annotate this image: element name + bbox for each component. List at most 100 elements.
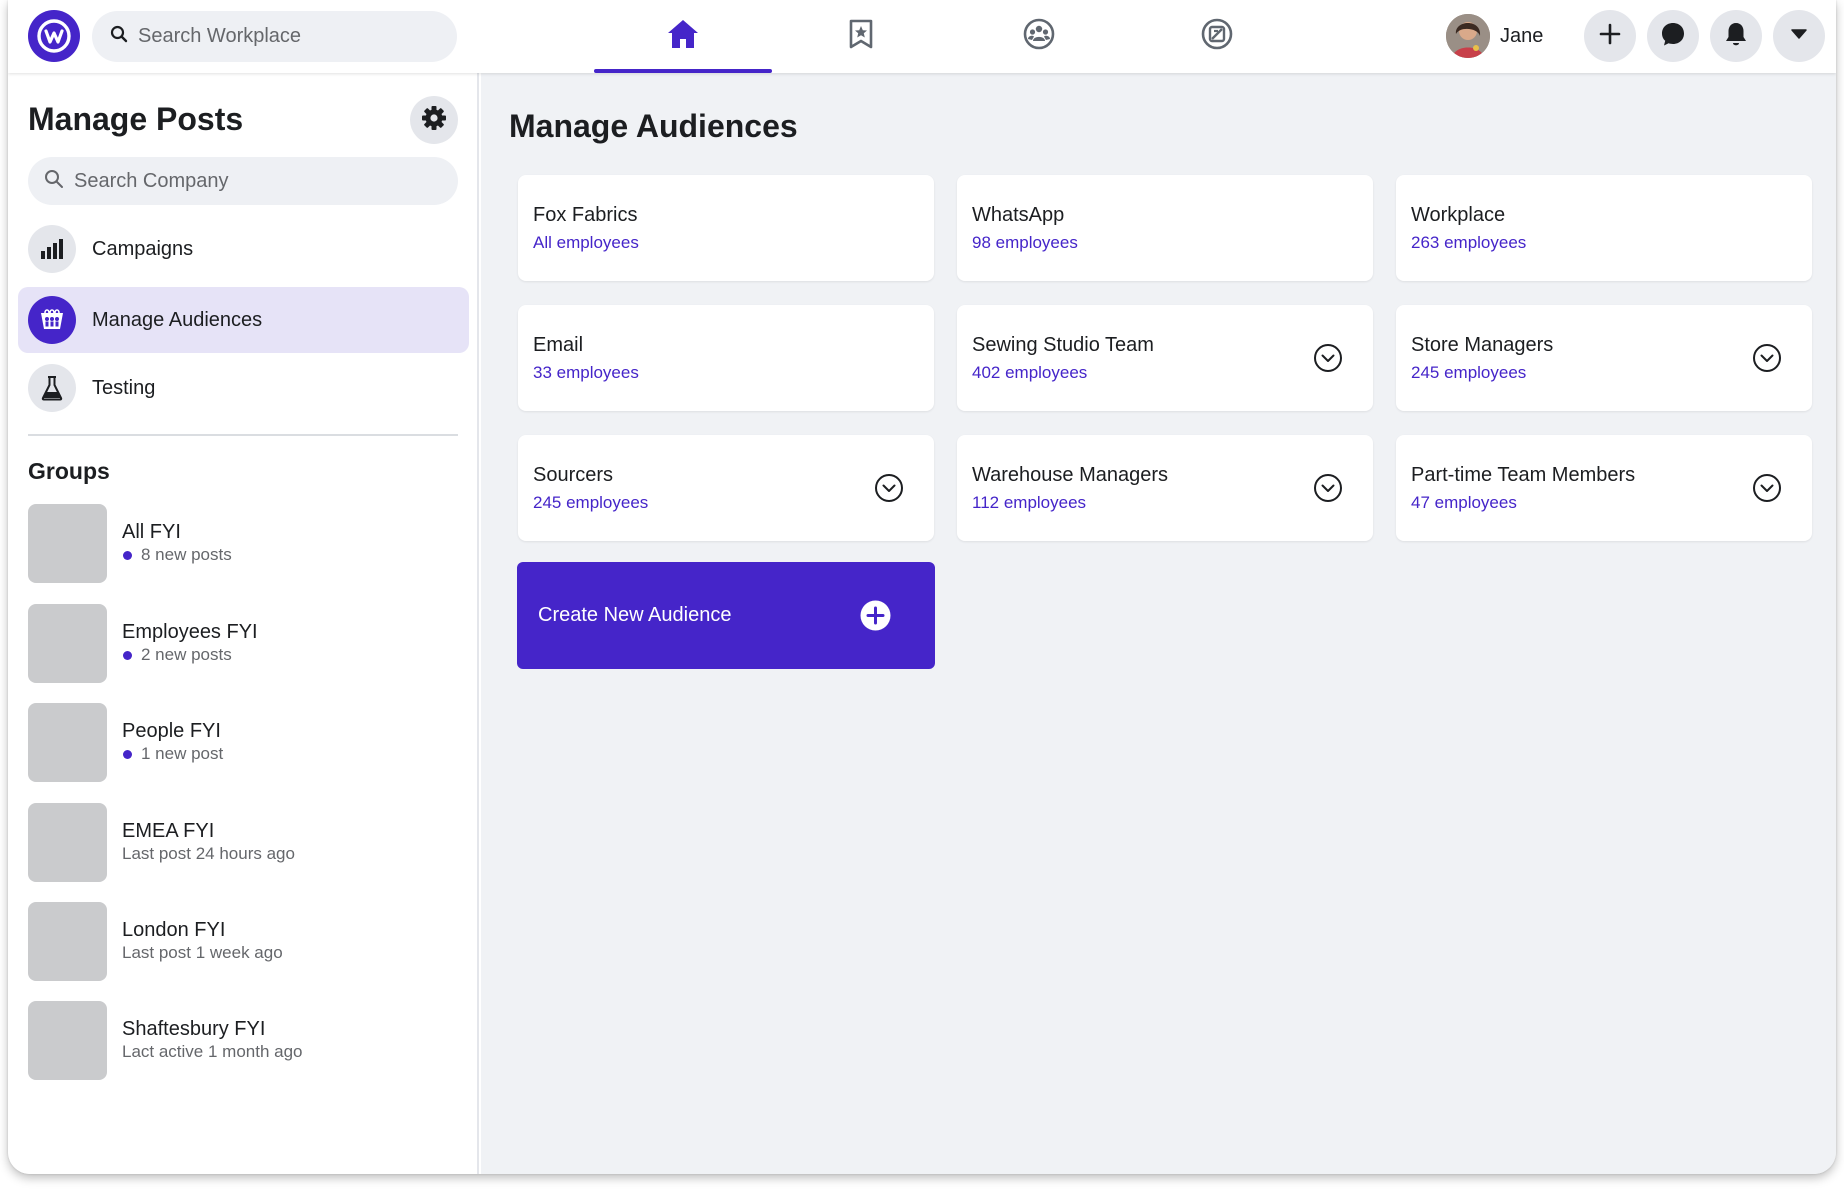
settings-button[interactable] (410, 96, 458, 144)
audience-name: Warehouse Managers (972, 464, 1169, 486)
audience-count: All employees (533, 233, 639, 252)
group-name: EMEA FYI (122, 820, 215, 842)
bar-chart-icon (28, 225, 76, 273)
audience-name: Email (533, 334, 584, 356)
sidebar: Manage Posts Search Company Campaigns Ma… (8, 73, 479, 1174)
sidebar-title: Manage Posts (28, 101, 244, 137)
group-meta: Last post 1 week ago (122, 943, 283, 962)
company-search-field[interactable] (28, 157, 458, 205)
audience-card-fox-fabrics[interactable]: Fox Fabrics All employees (518, 175, 934, 281)
sidebar-item-label: Testing (92, 376, 156, 399)
audience-count: 245 employees (1411, 363, 1527, 382)
audience-name: Sewing Studio Team (972, 334, 1154, 356)
audience-name: Sourcers (533, 464, 614, 486)
main-content: Manage Audiences Fox Fabrics All employe… (481, 73, 1836, 1174)
group-meta: Last post 24 hours ago (122, 844, 295, 863)
group-thumbnail (28, 802, 107, 882)
tab-knowledge[interactable] (1128, 0, 1306, 73)
group-meta: 8 new posts (141, 545, 232, 564)
unread-dot (123, 550, 132, 560)
group-name: Employees FYI (122, 621, 258, 643)
profile-button[interactable]: Jane (1446, 14, 1543, 58)
audience-card-sourcers[interactable]: Sourcers 245 employees (518, 435, 934, 541)
group-thumbnail (28, 603, 107, 683)
unread-dot (123, 749, 132, 759)
company-search-input[interactable] (74, 169, 434, 193)
group-name: People FYI (122, 720, 221, 742)
search-icon (44, 169, 64, 194)
plus-icon (1599, 23, 1621, 50)
sidebar-item-label: Campaigns (92, 237, 194, 260)
sidebar-item-manage-audiences[interactable]: Manage Audiences (18, 287, 469, 353)
group-meta: 2 new posts (141, 645, 232, 664)
audience-card-sewing-studio-team[interactable]: Sewing Studio Team 402 employees (957, 305, 1373, 411)
group-item-employees-fyi[interactable]: Employees FYI 2 new posts (28, 603, 458, 683)
group-thumbnail (28, 901, 107, 981)
notifications-button[interactable] (1710, 10, 1762, 62)
create-new-audience-button[interactable]: Create New Audience (517, 562, 935, 669)
tab-groups[interactable] (950, 0, 1128, 73)
chevron-down-icon[interactable] (874, 473, 904, 503)
group-thumbnail (28, 1000, 107, 1080)
audience-count: 33 employees (533, 363, 639, 382)
chevron-down-icon[interactable] (1752, 343, 1782, 373)
group-name: Shaftesbury FYI (122, 1018, 266, 1040)
audience-count: 98 employees (972, 233, 1078, 252)
plus-circle-icon (860, 600, 891, 631)
sidebar-item-campaigns[interactable]: Campaigns (18, 216, 469, 282)
flask-icon (28, 364, 76, 412)
group-thumbnail (28, 503, 107, 583)
audience-card-warehouse-managers[interactable]: Warehouse Managers 112 employees (957, 435, 1373, 541)
audience-card-store-managers[interactable]: Store Managers 245 employees (1396, 305, 1812, 411)
group-item-emea-fyi[interactable]: EMEA FYI Last post 24 hours ago (28, 802, 458, 882)
group-item-london-fyi[interactable]: London FYI Last post 1 week ago (28, 901, 458, 981)
avatar (1446, 14, 1490, 58)
workplace-search-field[interactable] (92, 11, 457, 62)
bell-icon (1724, 21, 1748, 52)
chevron-down-icon[interactable] (1752, 473, 1782, 503)
group-meta: 1 new post (141, 744, 224, 763)
bookmark-star-icon (847, 18, 875, 55)
workplace-search-input[interactable] (138, 25, 438, 48)
audience-icon (28, 296, 76, 344)
group-thumbnail (28, 702, 107, 782)
chat-button[interactable] (1647, 10, 1699, 62)
sidebar-item-label: Manage Audiences (92, 308, 263, 331)
group-name: London FYI (122, 919, 226, 941)
group-name: All FYI (122, 521, 181, 543)
audience-card-workplace[interactable]: Workplace 263 employees (1396, 175, 1812, 281)
chat-icon (1660, 21, 1686, 52)
audience-name: Store Managers (1411, 334, 1554, 356)
page-title: Manage Audiences (509, 108, 798, 144)
audience-count: 402 employees (972, 363, 1088, 382)
group-item-shaftesbury-fyi[interactable]: Shaftesbury FYI Lact active 1 month ago (28, 1000, 458, 1080)
profile-name: Jane (1500, 24, 1544, 47)
audience-name: Workplace (1411, 204, 1506, 226)
group-item-all-fyi[interactable]: All FYI 8 new posts (28, 503, 458, 583)
account-menu-button[interactable] (1773, 10, 1825, 62)
knowledge-icon (1200, 17, 1234, 56)
groups-icon (1022, 17, 1056, 56)
group-meta: Lact active 1 month ago (122, 1042, 303, 1061)
tab-home[interactable] (594, 0, 772, 73)
audience-count: 112 employees (972, 493, 1087, 512)
group-item-people-fyi[interactable]: People FYI 1 new post (28, 702, 458, 782)
chevron-down-icon[interactable] (1313, 343, 1343, 373)
sidebar-item-testing[interactable]: Testing (18, 355, 469, 421)
chevron-down-icon[interactable] (1313, 473, 1343, 503)
home-icon (666, 18, 700, 55)
workplace-logo-icon[interactable] (28, 10, 80, 62)
audience-count: 245 employees (533, 493, 649, 512)
audience-name: Part-time Team Members (1411, 464, 1636, 486)
audience-card-email[interactable]: Email 33 employees (518, 305, 934, 411)
top-navigation-bar: Jane (8, 0, 1836, 73)
groups-heading: Groups (28, 458, 110, 484)
caret-down-icon (1790, 27, 1808, 45)
search-icon (110, 25, 128, 48)
audience-name: Fox Fabrics (533, 204, 638, 226)
audience-count: 263 employees (1411, 233, 1527, 252)
create-button[interactable] (1584, 10, 1636, 62)
audience-card-whatsapp[interactable]: WhatsApp 98 employees (957, 175, 1373, 281)
tab-bookmarks[interactable] (772, 0, 950, 73)
audience-card-part-time-team-members[interactable]: Part-time Team Members 47 employees (1396, 435, 1812, 541)
